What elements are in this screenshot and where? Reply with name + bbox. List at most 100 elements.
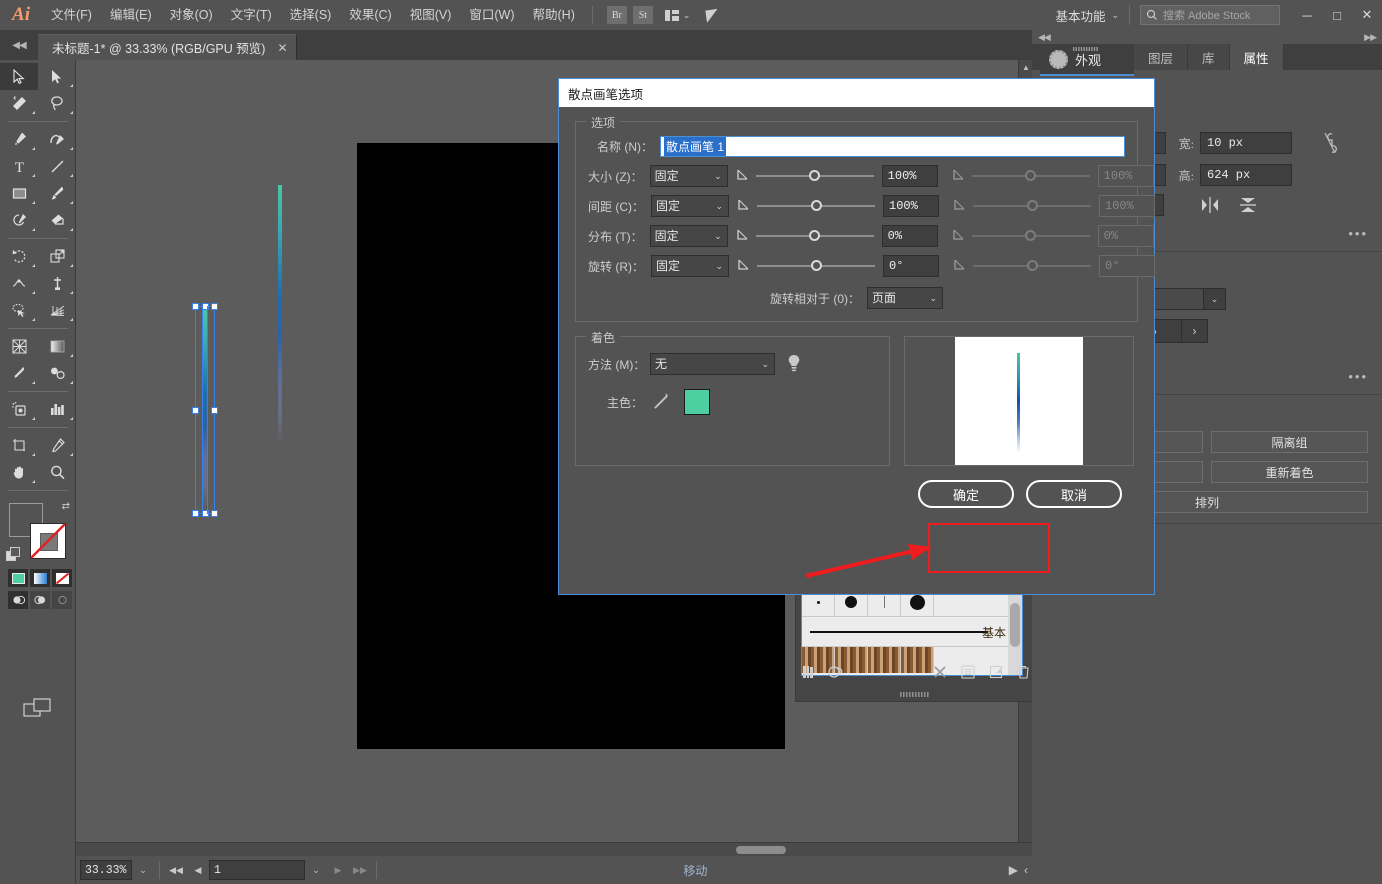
slice-tool[interactable]	[38, 432, 76, 459]
delete-brush-icon[interactable]	[1017, 665, 1030, 679]
libraries-icon[interactable]	[828, 665, 845, 679]
status-play-icon[interactable]: ▶	[1009, 863, 1018, 877]
curvature-tool[interactable]	[38, 126, 76, 153]
scale-tool[interactable]	[38, 243, 76, 270]
menu-object[interactable]: 对象(O)	[161, 0, 222, 30]
size-mode-select[interactable]: 固定	[649, 165, 728, 187]
size-value-input[interactable]: 100%	[881, 165, 938, 187]
canvas-horizontal-scrollbar[interactable]	[76, 842, 1032, 856]
method-select[interactable]: 无	[650, 353, 775, 375]
rotation-slider-track[interactable]	[757, 260, 875, 271]
swap-fill-stroke-icon[interactable]: ⇄	[62, 501, 70, 512]
tip-bulb-icon[interactable]	[787, 354, 801, 374]
default-fill-stroke-icon[interactable]	[6, 547, 21, 562]
brush-libraries-icon[interactable]	[802, 665, 818, 679]
selection-handle[interactable]	[192, 510, 199, 517]
scatter-slider-track[interactable]	[755, 230, 874, 241]
scroll-tabs-left-icon[interactable]: ◀◀	[0, 30, 38, 60]
free-transform-tool[interactable]	[38, 270, 76, 297]
size-slider-track[interactable]	[755, 170, 874, 181]
ok-button[interactable]: 确定	[918, 480, 1014, 508]
zoom-tool[interactable]	[38, 459, 76, 486]
close-button[interactable]: ✕	[1352, 0, 1382, 30]
bridge-button[interactable]: Br	[606, 6, 627, 24]
selection-handle[interactable]	[202, 303, 209, 310]
remove-brush-stroke-icon[interactable]	[933, 665, 947, 679]
height-input[interactable]: 624 px	[1200, 164, 1292, 186]
screen-mode-button[interactable]	[0, 697, 76, 719]
width-tool[interactable]	[0, 270, 38, 297]
tab-layers[interactable]: 图层	[1134, 44, 1189, 70]
stroke-weight-control[interactable]: ▲▼ ⌄	[1120, 288, 1368, 310]
recolor-button[interactable]: 重新着色	[1211, 461, 1368, 483]
collapse-right-icon[interactable]: ▶▶	[1364, 32, 1377, 43]
selection-handle[interactable]	[211, 303, 218, 310]
arrange-documents-button[interactable]: ⌄	[664, 9, 690, 21]
eyedropper-icon[interactable]	[650, 391, 672, 413]
draw-inside-button[interactable]	[52, 591, 72, 609]
tab-libraries[interactable]: 库	[1188, 44, 1230, 70]
artboard-dropdown-icon[interactable]: ⌄	[305, 860, 327, 880]
width-input[interactable]: 10 px	[1200, 132, 1292, 154]
eyedropper-tool[interactable]	[0, 360, 38, 387]
rectangle-tool[interactable]	[0, 180, 38, 207]
menu-help[interactable]: 帮助(H)	[524, 0, 584, 30]
scatter-mode-select[interactable]: 固定	[649, 225, 728, 247]
spacing-mode-select[interactable]: 固定	[651, 195, 729, 217]
draw-behind-button[interactable]	[30, 591, 50, 609]
gradient-swatch-button[interactable]	[30, 569, 50, 587]
appearance-floating-tab[interactable]: 外观	[1040, 44, 1134, 76]
panel-grip-icon[interactable]	[1073, 47, 1099, 51]
line-segment-tool[interactable]	[38, 153, 76, 180]
size-slider-knob[interactable]	[809, 170, 821, 181]
menu-file[interactable]: 文件(F)	[42, 0, 101, 30]
isolate-group-button[interactable]: 隔离组	[1211, 431, 1368, 453]
gradient-tool[interactable]	[38, 333, 76, 360]
cancel-button[interactable]: 取消	[1026, 480, 1122, 508]
flip-vertical-icon[interactable]	[1238, 196, 1258, 214]
selection-handle[interactable]	[211, 407, 218, 414]
scroll-up-icon[interactable]: ▲	[1019, 60, 1032, 75]
rotation-relative-select[interactable]: 页面	[867, 287, 943, 309]
stroke-swatch[interactable]	[30, 523, 66, 559]
status-menu-icon[interactable]: ‹	[1024, 863, 1028, 877]
mesh-tool[interactable]	[0, 333, 38, 360]
prev-artboard-button[interactable]: ◀	[187, 860, 209, 880]
scatter-value-input[interactable]: 0%	[881, 225, 938, 247]
hand-tool[interactable]	[0, 459, 38, 486]
magic-wand-tool[interactable]	[0, 90, 38, 117]
panel-collapse-bar[interactable]: ◀◀ ▶▶	[1032, 30, 1382, 44]
spacing-slider-knob[interactable]	[810, 200, 822, 211]
shaper-tool[interactable]	[0, 207, 38, 234]
menu-select[interactable]: 选择(S)	[281, 0, 341, 30]
selection-handle[interactable]	[202, 510, 209, 517]
color-swatch-button[interactable]	[8, 569, 28, 587]
direct-selection-tool[interactable]	[38, 63, 76, 90]
scatter-slider-knob[interactable]	[809, 230, 821, 241]
menu-edit[interactable]: 编辑(E)	[101, 0, 161, 30]
first-artboard-button[interactable]: ◀◀	[165, 860, 187, 880]
selection-handle[interactable]	[192, 303, 199, 310]
pen-tool[interactable]	[0, 126, 38, 153]
stock-search-input[interactable]: 搜索 Adobe Stock	[1140, 5, 1280, 25]
next-artboard-button[interactable]: ▶	[327, 860, 349, 880]
selection-handle[interactable]	[211, 510, 218, 517]
opacity-options-icon[interactable]: ›	[1182, 319, 1208, 343]
selection-handle[interactable]	[192, 407, 199, 414]
type-tool[interactable]: T	[0, 153, 38, 180]
zoom-level-input[interactable]: 33.33%	[80, 860, 132, 880]
lasso-tool[interactable]	[38, 90, 76, 117]
perspective-grid-tool[interactable]	[38, 297, 76, 324]
artboard-number-input[interactable]: 1	[209, 860, 305, 880]
menu-view[interactable]: 视图(V)	[401, 0, 461, 30]
draw-normal-button[interactable]	[8, 591, 28, 609]
none-swatch-button[interactable]	[52, 569, 72, 587]
zoom-dropdown-icon[interactable]: ⌄	[132, 860, 154, 880]
flip-horizontal-icon[interactable]	[1200, 196, 1220, 214]
paintbrush-tool[interactable]	[38, 180, 76, 207]
eraser-tool[interactable]	[38, 207, 76, 234]
collapse-left-icon[interactable]: ◀◀	[1038, 32, 1051, 43]
maximize-button[interactable]: □	[1322, 0, 1352, 30]
home-boat-icon[interactable]: ◤	[705, 4, 720, 26]
stock-button[interactable]: St	[632, 6, 653, 24]
